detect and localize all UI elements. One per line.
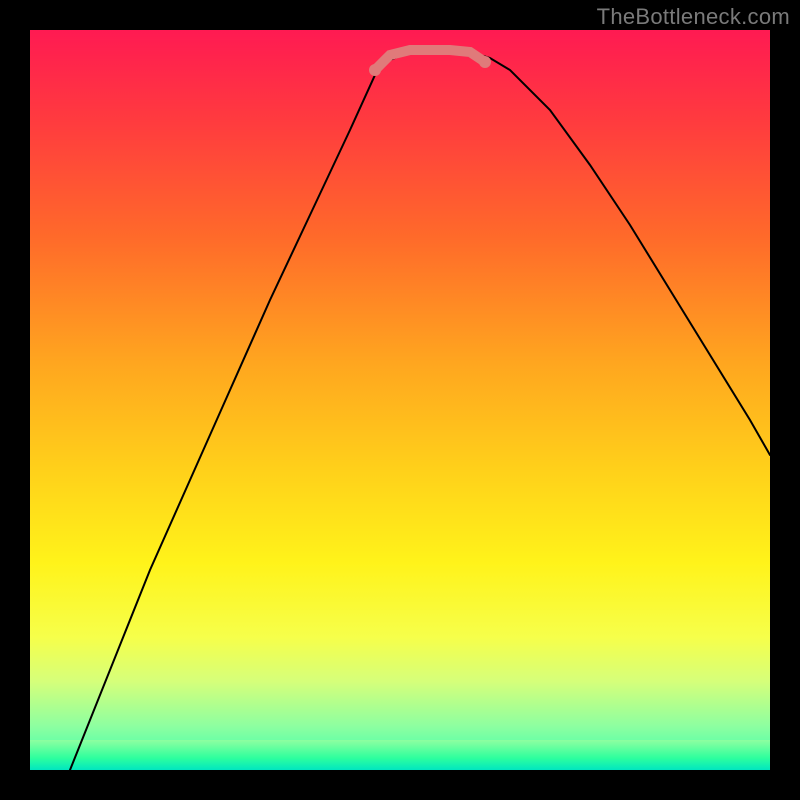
highlight-dot <box>479 56 491 68</box>
curve-layer <box>30 30 770 770</box>
chart-frame: TheBottleneck.com <box>0 0 800 800</box>
bottleneck-curve <box>70 50 770 770</box>
highlight-dot <box>369 64 381 76</box>
watermark-text: TheBottleneck.com <box>597 4 790 30</box>
highlight-band <box>375 50 485 70</box>
plot-area <box>30 30 770 770</box>
